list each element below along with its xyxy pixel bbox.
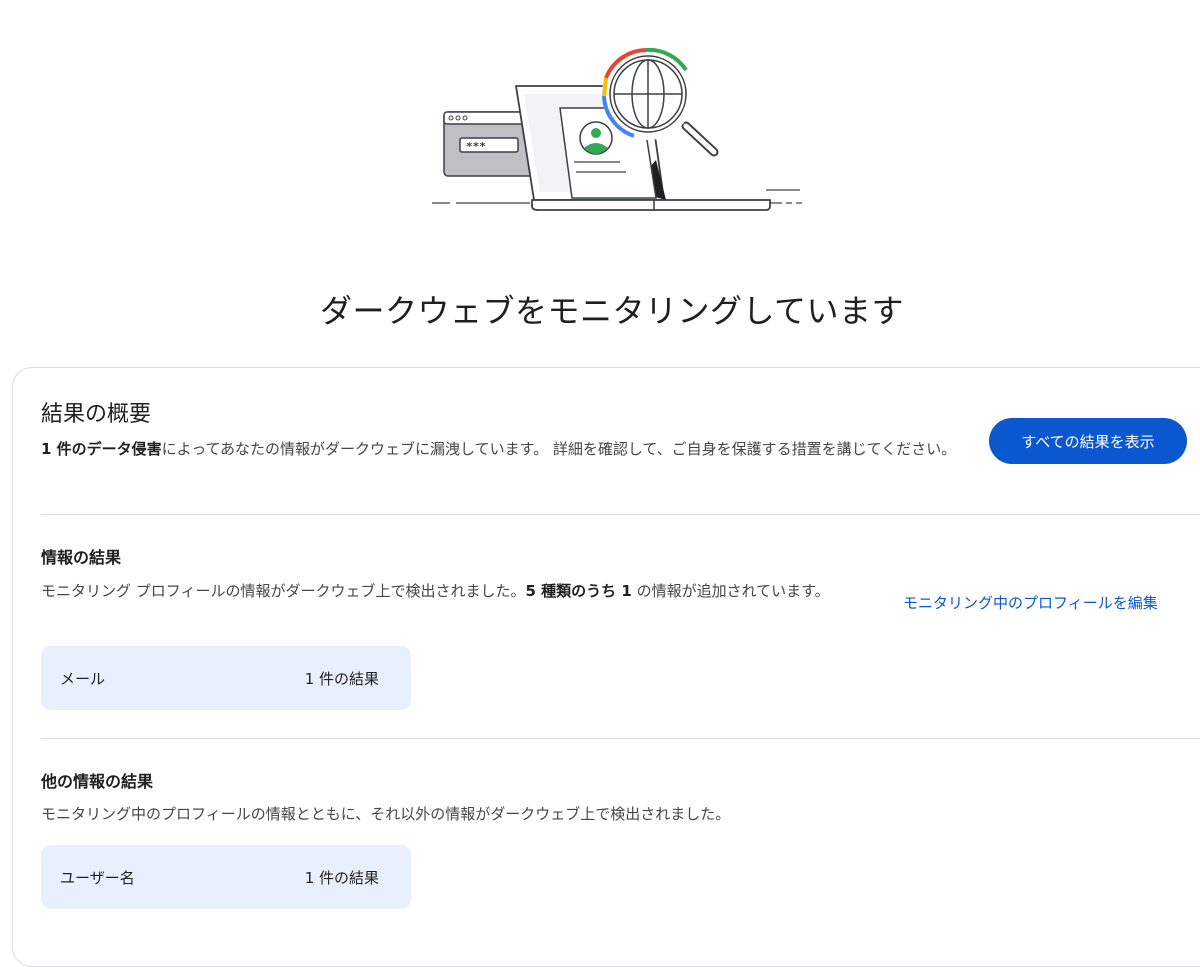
edit-monitored-profile-link[interactable]: モニタリング中のプロフィールを編集 xyxy=(903,592,1158,613)
result-tile-count: 1 件の結果 xyxy=(304,670,379,688)
info-results-description: モニタリング プロフィールの情報がダークウェブ上で検出されました。5 種類のうち… xyxy=(41,579,871,603)
breach-count: 1 件のデータ侵害 xyxy=(41,440,162,458)
result-tile-username[interactable]: ユーザー名 1 件の結果 xyxy=(41,845,411,909)
other-results-description: モニタリング中のプロフィールの情報とともに、それ以外の情報がダークウェブ上で検出… xyxy=(41,805,731,823)
hero-illustration: *** xyxy=(0,0,1200,260)
info-type-count: 5 種類のうち 1 xyxy=(525,582,632,600)
result-tile-email[interactable]: メール 1 件の結果 xyxy=(41,646,411,710)
result-tile-count: 1 件の結果 xyxy=(304,869,379,887)
dark-web-monitoring-illustration: *** xyxy=(432,47,802,211)
result-tile-label: メール xyxy=(60,670,106,688)
summary-description-text: によってあなたの情報がダークウェブに漏洩しています。 詳細を確認して、ご自身を保… xyxy=(161,440,957,458)
view-all-results-button[interactable]: すべての結果を表示 xyxy=(989,418,1187,464)
section-divider xyxy=(41,514,1200,515)
page-title: ダークウェブをモニタリングしています xyxy=(319,292,905,330)
other-results-title: 他の情報の結果 xyxy=(41,772,154,791)
summary-description: 1 件のデータ侵害によってあなたの情報がダークウェブに漏洩しています。 詳細を確… xyxy=(41,437,971,461)
info-results-description-tail: の情報が追加されています。 xyxy=(631,582,830,600)
summary-title: 結果の概要 xyxy=(41,402,152,427)
password-mask: *** xyxy=(466,140,486,153)
result-tile-label: ユーザー名 xyxy=(60,869,135,887)
section-divider xyxy=(41,738,1200,739)
info-results-title: 情報の結果 xyxy=(41,548,122,567)
info-results-description-text: モニタリング プロフィールの情報がダークウェブ上で検出されました。 xyxy=(41,582,526,600)
